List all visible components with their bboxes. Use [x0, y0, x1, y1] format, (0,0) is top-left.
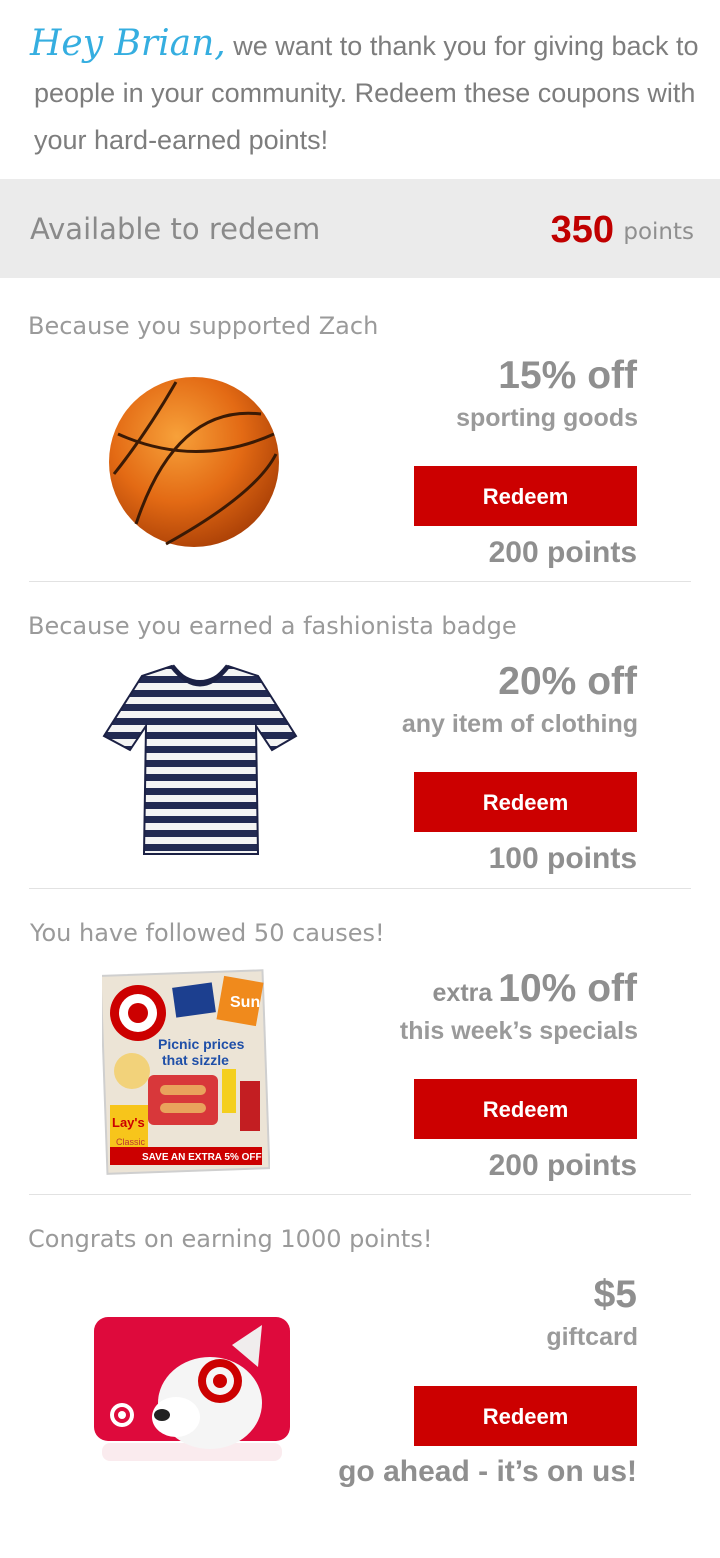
offer-discount: 15% off: [498, 354, 637, 398]
offer-discount-value: $5: [593, 1273, 637, 1316]
offer-reason: Congrats on earning 1000 points!: [28, 1225, 433, 1253]
flyer-chips-variant: Classic: [116, 1137, 146, 1147]
offer-cost: 100 points: [488, 842, 637, 875]
redeem-button[interactable]: Redeem: [414, 1386, 637, 1446]
divider: [29, 581, 691, 582]
offer-discount-value: 10% off: [498, 967, 637, 1010]
intro-message: Hey Brian, we want to thank you for givi…: [30, 20, 704, 164]
offer-category: sporting goods: [456, 404, 638, 432]
greeting-name: Hey Brian,: [30, 23, 226, 64]
redeem-button[interactable]: Redeem: [414, 772, 637, 832]
offer-category: giftcard: [546, 1323, 638, 1351]
divider: [29, 1194, 691, 1195]
flyer-chips-brand: Lay's: [112, 1115, 145, 1130]
offer-reason: Because you earned a fashionista badge: [28, 612, 517, 640]
offer-cost: 200 points: [488, 536, 637, 569]
offer-discount-value: 20% off: [498, 660, 637, 703]
redeem-button[interactable]: Redeem: [414, 1079, 637, 1139]
offer-cost: 200 points: [488, 1149, 637, 1182]
weekly-ad-flyer: Sun Picnic prices that sizzle Lay's Clas…: [102, 969, 270, 1175]
flyer-soda-brand: Sun: [230, 994, 260, 1011]
offer-cost: go ahead - it’s on us!: [338, 1455, 637, 1488]
offer-discount: 20% off: [498, 660, 637, 704]
basketball-icon: [109, 377, 279, 547]
offer-category: any item of clothing: [401, 710, 638, 738]
divider: [29, 888, 691, 889]
redeem-button[interactable]: Redeem: [414, 466, 637, 526]
flyer-headline-2: that sizzle: [162, 1052, 229, 1068]
offer-discount-value: 15% off: [498, 354, 637, 397]
balance-points-value: 350: [550, 209, 614, 251]
striped-tshirt-icon: [102, 664, 298, 855]
offer-discount: $5: [594, 1273, 637, 1317]
balance-label: Available to redeem: [30, 212, 321, 246]
offer-reason: Because you supported Zach: [28, 312, 379, 340]
offer-reason: You have followed 50 causes!: [30, 919, 385, 947]
balance-points-unit: points: [623, 219, 694, 245]
offer-category: this week’s specials: [399, 1017, 638, 1045]
points-balance-bar: Available to redeem 350 points: [0, 179, 720, 278]
giftcard-dog-icon: [94, 1317, 290, 1461]
offer-discount-prefix: extra: [432, 979, 493, 1007]
offer-discount: extra 10% off: [433, 967, 637, 1011]
flyer-banner: SAVE AN EXTRA 5% OFF: [142, 1152, 262, 1163]
flyer-headline-1: Picnic prices: [158, 1036, 245, 1052]
